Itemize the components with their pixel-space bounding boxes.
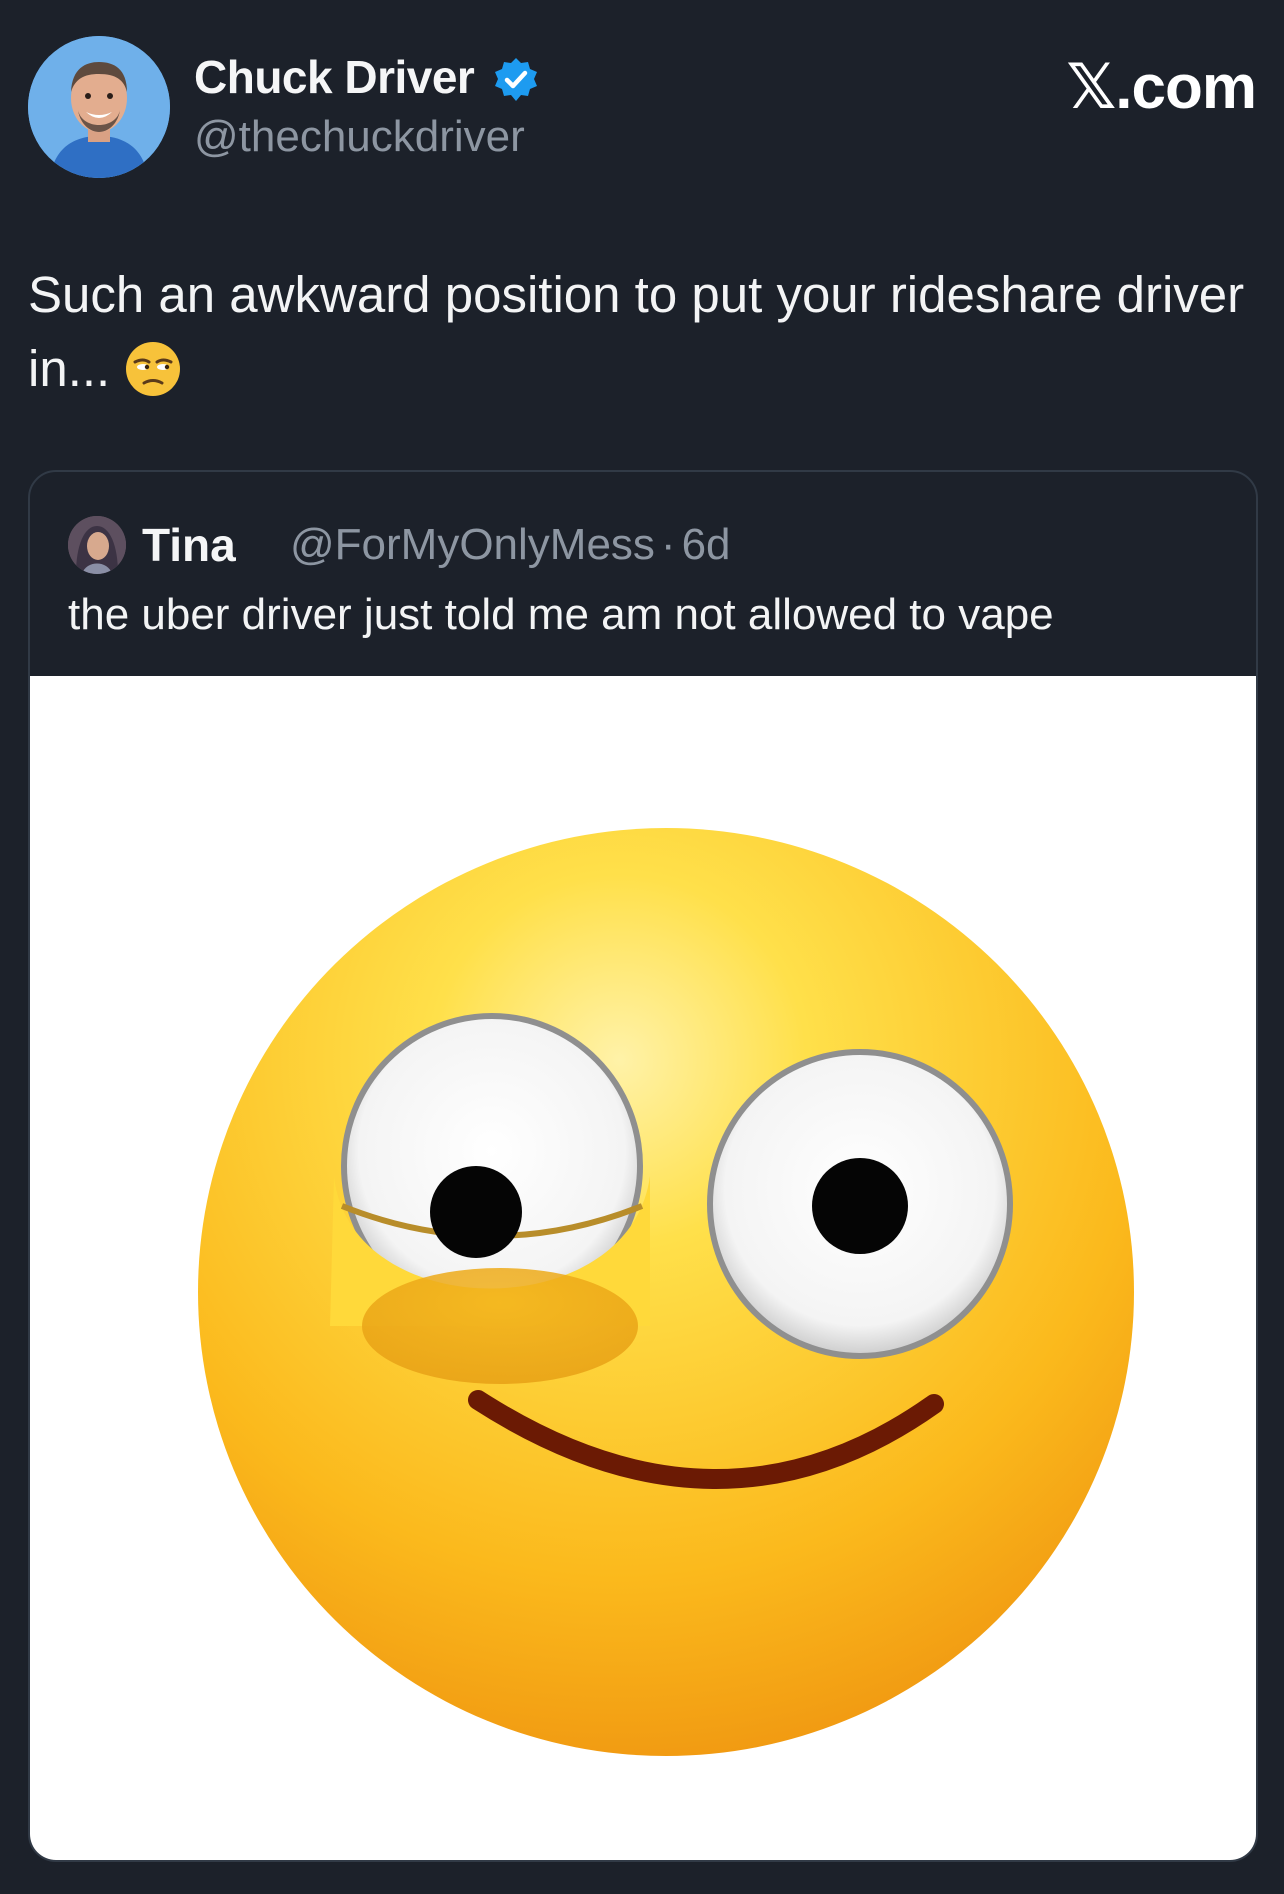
quoted-author-name[interactable]: Tina — [142, 518, 236, 572]
meta-separator: · — [660, 520, 676, 569]
tweet-text: Such an awkward position to put your rid… — [28, 258, 1248, 406]
author-handle[interactable]: @thechuckdriver — [194, 112, 525, 162]
side-eye-face-emoji-image-icon — [198, 828, 1134, 1756]
quoted-author-handle[interactable]: @ForMyOnlyMess — [290, 520, 655, 569]
quoted-tweet-card[interactable]: Tina @ForMyOnlyMess · 6d the uber driver j… — [28, 470, 1258, 1862]
site-label[interactable]: 𝕏.com — [1066, 50, 1257, 123]
author-name[interactable]: Chuck Driver — [194, 50, 475, 104]
profile-photo-avatar-icon — [28, 36, 170, 178]
tweet-header: Chuck Driver @thechuckdriver 𝕏.com — [28, 36, 1257, 180]
tweet-body: Such an awkward position to put your rid… — [28, 266, 1245, 397]
quoted-author-meta: @ForMyOnlyMess · 6d — [290, 520, 731, 570]
verified-badge-icon — [492, 56, 540, 104]
quoted-tweet-text: the uber driver just told me am not allo… — [68, 590, 1054, 639]
quoted-author-avatar — [68, 516, 126, 574]
unamused-face-emoji-icon — [124, 340, 182, 398]
quoted-tweet-image[interactable] — [30, 676, 1256, 1860]
quoted-tweet-time[interactable]: 6d — [682, 520, 731, 569]
author-avatar[interactable] — [28, 36, 170, 178]
quoted-tweet-header: Tina @ForMyOnlyMess · 6d — [68, 512, 1218, 576]
